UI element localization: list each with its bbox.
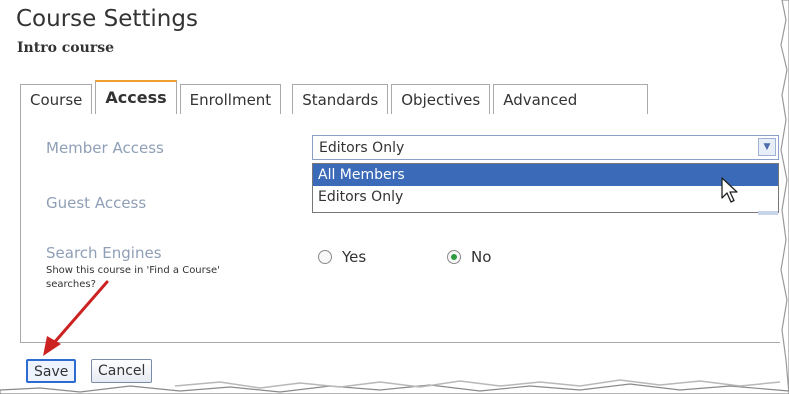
- torn-edge-frame: [0, 0, 789, 394]
